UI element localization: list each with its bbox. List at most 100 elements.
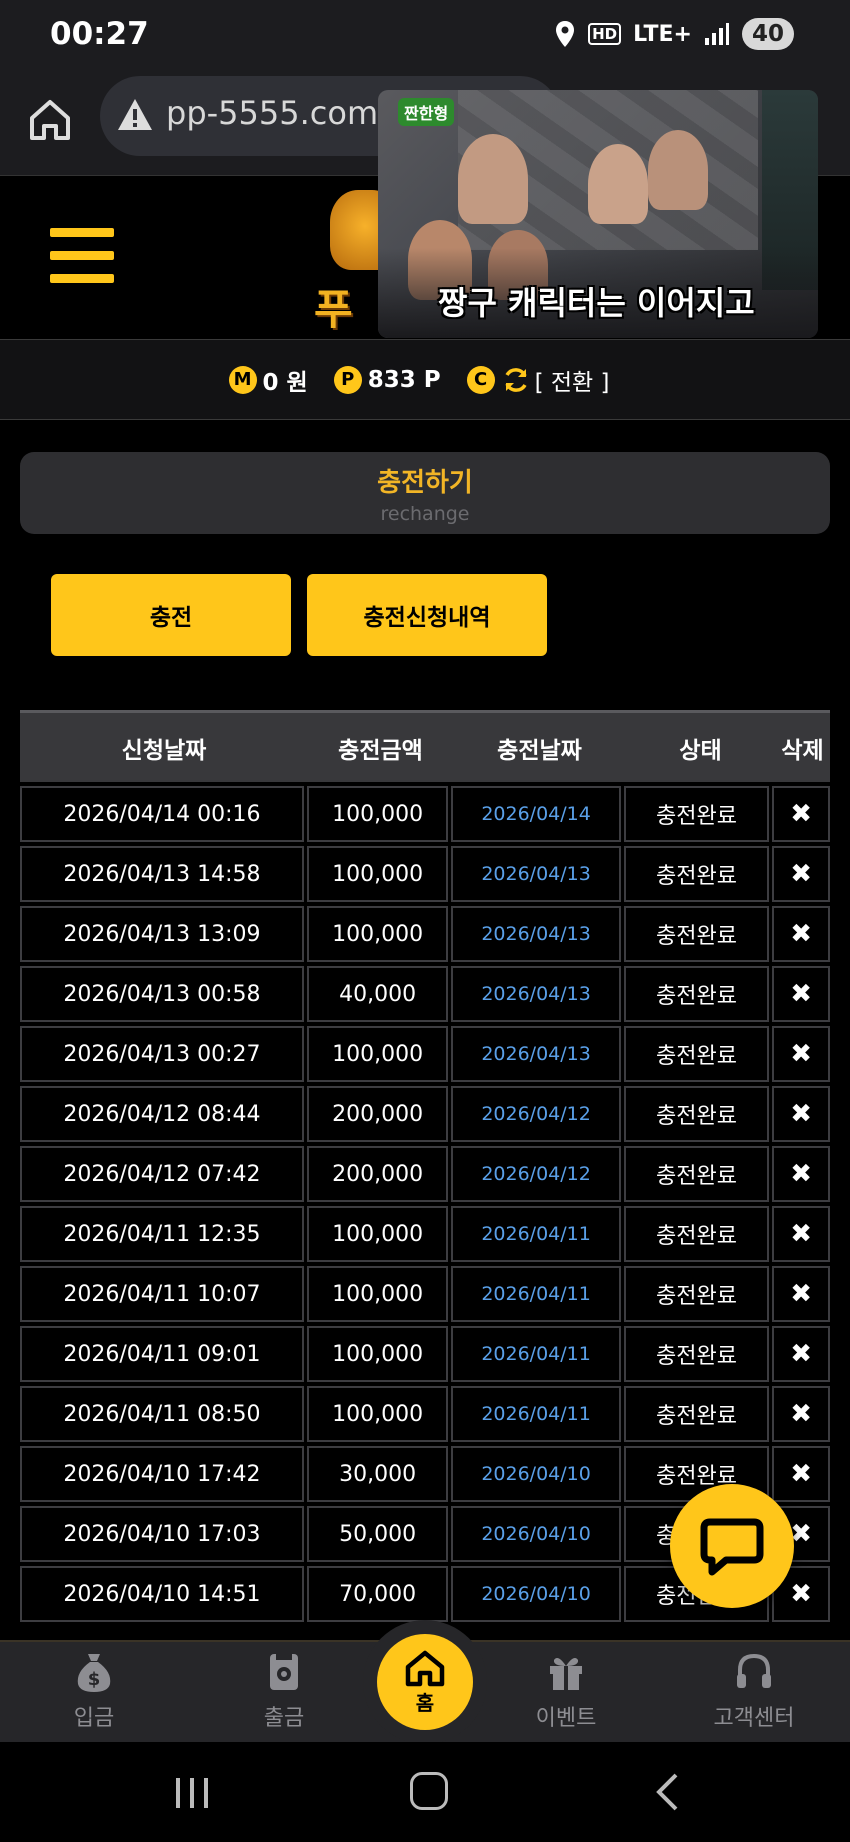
cell-charge-date: 2026/04/10 [451, 1566, 621, 1622]
browser-home-icon[interactable] [26, 96, 74, 144]
gift-icon [550, 1658, 582, 1690]
cell-request-date: 2026/04/13 00:27 [20, 1026, 304, 1082]
chat-button[interactable] [670, 1484, 794, 1608]
warning-icon[interactable] [116, 96, 154, 134]
person-figure [588, 144, 648, 224]
header-request-date: 신청날짜 [121, 737, 207, 764]
point-coin-icon: P [333, 365, 362, 394]
delete-button[interactable]: ✖ [772, 1326, 830, 1382]
nav-withdraw[interactable]: 출금 [224, 1650, 344, 1732]
system-navigation-bar [0, 1742, 850, 1842]
nav-support[interactable]: 고객센터 [694, 1650, 814, 1732]
table-row: 2026/04/13 13:09 100,000 2026/04/13 충전완료 ✖ [20, 906, 830, 962]
cell-status: 충전완료 [623, 1206, 770, 1262]
cell-request-date: 2026/04/12 07:42 [20, 1146, 304, 1202]
cell-request-date: 2026/04/13 00:58 [20, 966, 304, 1022]
nav-home-label: 홈 [415, 1690, 435, 1715]
url-text: pp-5555.com/c [166, 94, 407, 132]
convert-label[interactable]: [ 전환 ] [535, 363, 610, 397]
delete-button[interactable]: ✖ [772, 906, 830, 962]
person-figure [458, 134, 528, 224]
cell-charge-date: 2026/04/14 [451, 786, 621, 842]
cell-request-date: 2026/04/11 10:07 [20, 1266, 304, 1322]
menu-icon[interactable] [50, 228, 114, 284]
section-title: 충전하기 [377, 468, 473, 498]
cell-request-date: 2026/04/11 09:01 [20, 1326, 304, 1382]
charge-history-table: 신청날짜 충전금액 충전날짜 상태 삭제 2026/04/14 00:16 100… [20, 710, 830, 1622]
nav-withdraw-label: 출금 [263, 1706, 305, 1731]
recent-apps-icon[interactable] [174, 1778, 210, 1808]
cell-amount: 200,000 [306, 1146, 449, 1202]
delete-button[interactable]: ✖ [772, 846, 830, 902]
convert-button[interactable]: C [ 전환 ] [466, 363, 610, 397]
delete-button[interactable]: ✖ [772, 1146, 830, 1202]
charge-history-button[interactable]: 충전신청내역 [307, 574, 547, 656]
delete-button[interactable]: ✖ [772, 1026, 830, 1082]
site-logo[interactable]: 푸우 [306, 186, 400, 395]
back-icon[interactable] [654, 1772, 680, 1812]
floating-video-player[interactable]: 짠한형 짱구 캐릭터는 이어지고 [378, 90, 818, 338]
cell-charge-date: 2026/04/12 [451, 1146, 621, 1202]
money-value: 0 원 [262, 369, 308, 396]
cell-amount: 100,000 [306, 786, 449, 842]
table-row: 2026/04/11 10:07 100,000 2026/04/11 충전완료 ✖ [20, 1266, 830, 1322]
delete-button[interactable]: ✖ [772, 1446, 830, 1502]
table-row: 2026/04/13 00:58 40,000 2026/04/13 충전완료 ✖ [20, 966, 830, 1022]
table-row: 2026/04/11 12:35 100,000 2026/04/11 충전완료 ✖ [20, 1206, 830, 1262]
cell-status: 충전완료 [623, 1326, 770, 1382]
refresh-icon[interactable] [501, 365, 531, 395]
cell-status: 충전완료 [623, 966, 770, 1022]
delete-button[interactable]: ✖ [772, 1206, 830, 1262]
delete-button[interactable]: ✖ [772, 966, 830, 1022]
cell-charge-date: 2026/04/10 [451, 1506, 621, 1562]
cell-request-date: 2026/04/13 14:58 [20, 846, 304, 902]
header-charge-date: 충전날짜 [497, 737, 582, 764]
delete-button[interactable]: ✖ [772, 1266, 830, 1322]
section-subtitle: rechange [380, 503, 470, 525]
delete-button[interactable]: ✖ [772, 786, 830, 842]
cell-amount: 100,000 [306, 1266, 449, 1322]
cell-request-date: 2026/04/10 17:42 [20, 1446, 304, 1502]
table-row: 2026/04/12 08:44 200,000 2026/04/12 충전완료 ✖ [20, 1086, 830, 1142]
cell-amount: 100,000 [306, 1026, 449, 1082]
battery-indicator: 40 [741, 18, 794, 50]
cell-charge-date: 2026/04/12 [451, 1086, 621, 1142]
system-home-icon[interactable] [410, 1772, 448, 1810]
headset-icon [737, 1653, 771, 1688]
table-row: 2026/04/12 07:42 200,000 2026/04/12 충전완료 ✖ [20, 1146, 830, 1202]
charge-button[interactable]: 충전 [51, 574, 291, 656]
nav-home[interactable]: 홈 [363, 1620, 487, 1744]
table-row: 2026/04/13 14:58 100,000 2026/04/13 충전완료 ✖ [20, 846, 830, 902]
table-header: 신청날짜 충전금액 충전날짜 상태 삭제 [20, 710, 830, 782]
cell-status: 충전완료 [623, 846, 770, 902]
chat-bubble-icon [700, 1518, 764, 1576]
signal-icon [704, 23, 729, 45]
status-time: 00:27 [50, 16, 149, 52]
header-status: 상태 [679, 737, 722, 764]
cell-amount: 100,000 [306, 1206, 449, 1262]
cell-request-date: 2026/04/11 12:35 [20, 1206, 304, 1262]
status-bar: 00:27 HD LTE+ 40 [0, 0, 850, 72]
delete-button[interactable]: ✖ [772, 1386, 830, 1442]
point-balance: P 833 P [333, 365, 441, 394]
cell-amount: 100,000 [306, 906, 449, 962]
cell-charge-date: 2026/04/11 [451, 1326, 621, 1382]
svg-text:$: $ [88, 1669, 101, 1690]
atm-icon [270, 1654, 298, 1690]
cell-amount: 100,000 [306, 1326, 449, 1382]
nav-event[interactable]: 이벤트 [506, 1650, 626, 1732]
cell-amount: 70,000 [306, 1566, 449, 1622]
nav-deposit[interactable]: $ 입금 [34, 1650, 154, 1732]
video-channel-badge: 짠한형 [398, 98, 455, 126]
cell-charge-date: 2026/04/11 [451, 1266, 621, 1322]
coupon-coin-icon: C [466, 365, 495, 394]
cell-charge-date: 2026/04/10 [451, 1446, 621, 1502]
cell-amount: 40,000 [306, 966, 449, 1022]
cell-request-date: 2026/04/12 08:44 [20, 1086, 304, 1142]
location-icon [556, 21, 575, 47]
header-delete: 삭제 [781, 737, 824, 764]
money-coin-icon: M [228, 365, 257, 394]
delete-button[interactable]: ✖ [772, 1086, 830, 1142]
table-row: 2026/04/11 08:50 100,000 2026/04/11 충전완료 ✖ [20, 1386, 830, 1442]
cell-charge-date: 2026/04/13 [451, 966, 621, 1022]
